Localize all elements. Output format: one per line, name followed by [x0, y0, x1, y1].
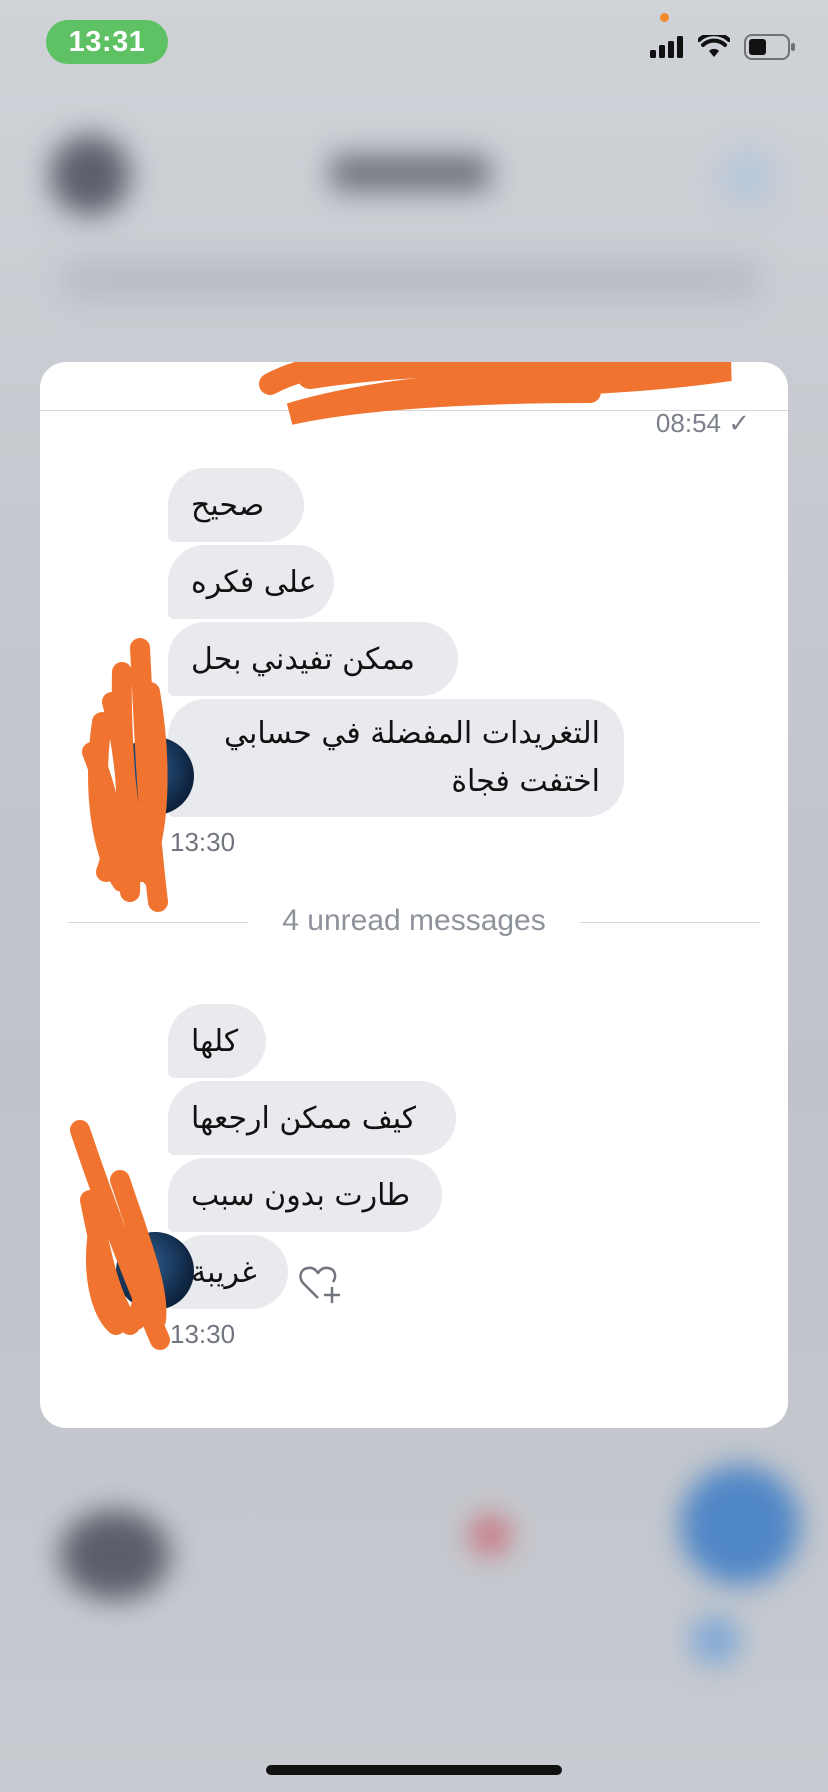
background-fab [680, 1465, 800, 1585]
background-list-avatar [60, 1510, 170, 1600]
unread-divider: 4 unread messages [68, 902, 760, 942]
message-bubble[interactable]: كلها [168, 1004, 266, 1078]
status-icons [650, 34, 796, 60]
message-bubble[interactable]: على فكره [168, 545, 334, 619]
background-badge [470, 1515, 510, 1555]
background-avatar [50, 135, 130, 215]
background-tab-icon [690, 1615, 740, 1665]
redaction-scribble-avatar [70, 1120, 170, 1350]
message-bubble[interactable]: التغريدات المفضلة في حسابي اختفت فجاة [168, 699, 624, 817]
status-time: 13:31 [46, 20, 168, 64]
redaction-scribble-avatar [82, 638, 168, 912]
message-bubble[interactable]: صحيح [168, 468, 304, 542]
background-search [60, 260, 760, 300]
privacy-indicator-dot [660, 13, 669, 22]
wifi-icon [698, 35, 730, 57]
home-indicator[interactable] [266, 1765, 562, 1775]
message-preview-card[interactable]: 08:54 ✓ صحيح على فكره ممكن تفيدني بحل ال… [40, 362, 788, 1428]
background-title [330, 155, 490, 191]
message-bubble[interactable]: طارت بدون سبب [168, 1158, 442, 1232]
message-bubble[interactable]: كيف ممكن ارجعها [168, 1081, 456, 1155]
cellular-signal-icon [650, 36, 683, 58]
message-bubble[interactable]: ممكن تفيدني بحل [168, 622, 458, 696]
unread-messages-label: 4 unread messages [282, 904, 546, 937]
previous-message-time: 08:54 ✓ [655, 408, 750, 438]
like-heart-icon[interactable] [298, 1264, 342, 1306]
background-compose [720, 150, 775, 205]
battery-icon [744, 34, 795, 60]
